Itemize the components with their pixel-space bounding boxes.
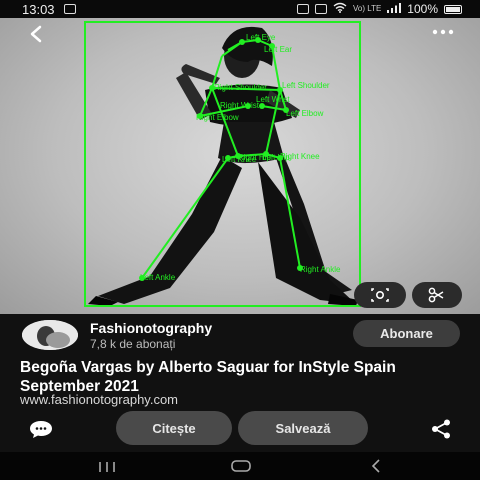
gallery-notification-icon [64, 4, 76, 14]
avatar[interactable] [22, 320, 78, 350]
pin-title: Begoña Vargas by Alberto Saguar for InSt… [20, 359, 396, 395]
kp-label-right-shoulder: Right Shoulder [214, 83, 267, 92]
battery-percent: 100% [407, 2, 438, 16]
comment-button[interactable] [28, 418, 54, 440]
mute-icon [314, 4, 327, 14]
comment-icon [30, 421, 52, 438]
alarm-icon [296, 4, 309, 14]
status-time: 13:03 [22, 2, 55, 17]
channel-avatar-image [22, 320, 78, 350]
kp-label-left-knee: Left Knee [222, 155, 257, 164]
kp-label-left-shoulder: Left Shoulder [282, 81, 330, 90]
visual-search-icon [371, 288, 389, 302]
save-button[interactable]: Salvează [238, 411, 368, 445]
more-options-button[interactable] [428, 24, 458, 40]
signal-icon [387, 2, 402, 16]
status-indicators: Vo) LTE 100% [296, 2, 462, 16]
scissors-icon [428, 287, 444, 303]
source-link[interactable]: www.fashionotography.com [20, 392, 178, 407]
share-icon [432, 419, 450, 439]
home-button[interactable] [230, 459, 252, 473]
chevron-left-icon [30, 25, 42, 43]
pin-image[interactable]: Left Eye Left Ear Right Shoulder Left Sh… [0, 18, 480, 314]
battery-icon [444, 4, 462, 14]
cut-out-button[interactable] [412, 282, 462, 308]
kp-label-right-elbow: Right Elbow [196, 113, 239, 122]
kp-label-right-wrist: Right Wrist [220, 101, 260, 110]
home-icon [231, 460, 251, 472]
kp-label-left-elbow: Left Elbow [286, 109, 324, 118]
back-button[interactable] [24, 22, 48, 46]
kp-label-right-knee: Right Knee [280, 152, 320, 161]
visual-search-button[interactable] [354, 282, 406, 308]
share-button[interactable] [428, 418, 454, 440]
wifi-icon [333, 2, 347, 16]
pose-photo: Left Eye Left Ear Right Shoulder Left Sh… [84, 21, 361, 307]
system-back-button[interactable] [368, 458, 384, 474]
kp-label-left-ear: Left Ear [264, 45, 292, 54]
subscriber-count: 7,8 k de abonați [90, 337, 176, 351]
status-bar: 13:03 Vo) LTE 100% [0, 0, 480, 18]
kp-label-left-wrist: Left Wrist [256, 95, 290, 104]
recents-icon [99, 462, 115, 472]
read-button[interactable]: Citește [116, 411, 232, 445]
kp-label-left-eye: Left Eye [246, 33, 276, 42]
channel-name[interactable]: Fashionotography [90, 320, 212, 336]
recents-button[interactable] [96, 460, 118, 472]
more-horizontal-icon [432, 29, 454, 35]
kp-label-right-ankle: Right Ankle [300, 265, 341, 274]
system-back-icon [371, 459, 380, 473]
network-type: Vo) LTE [352, 4, 382, 13]
kp-label-left-ankle: Left Ankle [140, 273, 176, 282]
subscribe-button[interactable]: Abonare [353, 320, 460, 347]
